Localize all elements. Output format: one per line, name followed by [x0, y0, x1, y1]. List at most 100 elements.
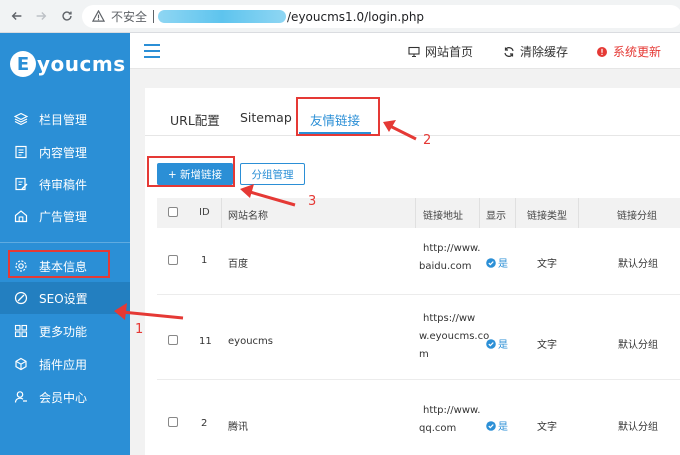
- row-url-line: m: [419, 349, 429, 360]
- select-all-checkbox[interactable]: [168, 207, 178, 217]
- sidebar-item-label: 广告管理: [39, 209, 88, 224]
- col-id: ID: [199, 207, 210, 218]
- col-divider: [578, 198, 579, 228]
- menu-toggle-icon[interactable]: [144, 44, 160, 58]
- url-path: /eyoucms1.0/login.php: [287, 9, 425, 24]
- row-name: 百度: [228, 259, 248, 270]
- col-divider: [415, 198, 416, 228]
- row-checkbox[interactable]: [168, 417, 178, 427]
- col-name: 网站名称: [228, 211, 268, 222]
- sidebar-item-label: 更多功能: [39, 324, 88, 339]
- layers-icon: [14, 112, 28, 126]
- highlight-box-add: [147, 156, 235, 187]
- row-show[interactable]: 是: [486, 255, 508, 270]
- col-divider: [479, 198, 480, 228]
- refresh-icon: [504, 46, 514, 57]
- table-row: 2 腾讯 http://www. qq.com 是 文字 默认分组: [157, 380, 680, 455]
- sidebar-item-label: 待审稿件: [39, 177, 88, 192]
- row-checkbox[interactable]: [168, 255, 178, 265]
- warning-icon: [92, 10, 105, 22]
- row-type: 文字: [537, 340, 557, 351]
- annotation-label-1: 1: [135, 322, 144, 337]
- home-ad-icon: [14, 209, 28, 223]
- forward-icon[interactable]: [30, 5, 52, 27]
- col-divider: [515, 198, 516, 228]
- row-show[interactable]: 是: [486, 418, 508, 433]
- alert-icon: [597, 46, 607, 57]
- row-url-line: https://ww: [423, 313, 476, 324]
- table-row: 11 eyoucms https://ww w.eyoucms.co m 是 文…: [157, 295, 680, 380]
- col-group: 链接分组: [617, 211, 657, 222]
- sidebar-item-plugins[interactable]: 插件应用: [0, 348, 130, 380]
- tab-url-config[interactable]: URL配置: [170, 110, 220, 129]
- row-url-line: http://www.: [423, 243, 481, 254]
- insecure-label: 不安全: [111, 10, 148, 24]
- row-url-line: baidu.com: [419, 261, 472, 272]
- sidebar-item-label: 会员中心: [39, 390, 88, 405]
- row-type: 文字: [537, 422, 557, 433]
- top-bar: 网站首页 清除缓存 系统更新: [130, 33, 680, 69]
- system-update-label: 系统更新: [613, 45, 662, 59]
- row-show-label: 是: [498, 259, 508, 270]
- site-home-link[interactable]: 网站首页: [408, 43, 473, 60]
- sidebar-divider: [0, 242, 130, 243]
- browser-toolbar: 不安全 /eyoucms1.0/login.php: [0, 0, 680, 33]
- row-show-label: 是: [498, 422, 508, 433]
- user-icon: [14, 390, 28, 404]
- sidebar: E youcms 栏目管理 内容管理 待审稿件 广告管理 基本信息 SEO设置 …: [0, 33, 130, 455]
- address-bar[interactable]: 不安全 /eyoucms1.0/login.php: [82, 5, 680, 28]
- document-icon: [14, 145, 28, 159]
- sidebar-item-pending[interactable]: 待审稿件: [0, 168, 130, 200]
- row-group: 默认分组: [618, 340, 658, 351]
- table-header: ID 网站名称 链接地址 显示 链接类型 链接分组: [157, 198, 680, 228]
- row-name: eyoucms: [228, 336, 273, 347]
- annotation-label-2: 2: [423, 133, 432, 148]
- row-id: 2: [201, 418, 208, 429]
- annotation-label-3: 3: [308, 194, 317, 209]
- row-type: 文字: [537, 259, 557, 270]
- highlight-box-seo: [8, 250, 110, 278]
- row-show-label: 是: [498, 340, 508, 351]
- row-group: 默认分组: [618, 259, 658, 270]
- row-url[interactable]: https://ww w.eyoucms.co m: [419, 310, 489, 364]
- tab-bar: URL配置 Sitemap 友情链接: [145, 88, 680, 136]
- row-id: 11: [199, 336, 212, 347]
- check-circle-icon: [486, 338, 496, 349]
- sidebar-item-ads[interactable]: 广告管理: [0, 200, 130, 232]
- row-url[interactable]: http://www. qq.com: [419, 402, 481, 438]
- col-type: 链接类型: [527, 211, 567, 222]
- check-circle-icon: [486, 420, 496, 431]
- row-name: 腾讯: [228, 422, 248, 433]
- clear-cache-link[interactable]: 清除缓存: [503, 43, 568, 60]
- sidebar-item-more[interactable]: 更多功能: [0, 315, 130, 347]
- sidebar-item-label: 插件应用: [39, 357, 88, 372]
- col-url: 链接地址: [423, 211, 463, 222]
- check-circle-icon: [486, 257, 496, 268]
- row-url-line: qq.com: [419, 423, 457, 434]
- sidebar-item-label: SEO设置: [39, 291, 88, 306]
- site-home-label: 网站首页: [425, 45, 474, 59]
- reload-icon[interactable]: [56, 5, 78, 27]
- logo[interactable]: E youcms: [10, 51, 126, 77]
- row-checkbox[interactable]: [168, 335, 178, 345]
- system-update-link[interactable]: 系统更新: [596, 43, 661, 60]
- tab-sitemap[interactable]: Sitemap: [240, 110, 292, 125]
- monitor-icon: [408, 46, 420, 57]
- grid-icon: [14, 324, 28, 338]
- back-icon[interactable]: [6, 5, 28, 27]
- sidebar-item-members[interactable]: 会员中心: [0, 381, 130, 413]
- row-group: 默认分组: [618, 422, 658, 433]
- cube-icon: [14, 357, 28, 371]
- row-url[interactable]: http://www. baidu.com: [419, 240, 481, 276]
- clear-cache-label: 清除缓存: [520, 45, 569, 59]
- sidebar-item-label: 内容管理: [39, 145, 88, 160]
- sidebar-item-seo[interactable]: SEO设置: [0, 282, 130, 314]
- address-separator: [153, 10, 155, 23]
- main-panel: URL配置 Sitemap 友情链接 + 新增链接 分组管理 ID 网站名称 链…: [145, 88, 680, 455]
- sidebar-item-content[interactable]: 内容管理: [0, 136, 130, 168]
- logo-mark: E: [10, 51, 36, 77]
- sidebar-item-label: 栏目管理: [39, 112, 88, 127]
- sidebar-item-column[interactable]: 栏目管理: [0, 103, 130, 135]
- row-show[interactable]: 是: [486, 336, 508, 351]
- group-manage-button[interactable]: 分组管理: [240, 163, 305, 185]
